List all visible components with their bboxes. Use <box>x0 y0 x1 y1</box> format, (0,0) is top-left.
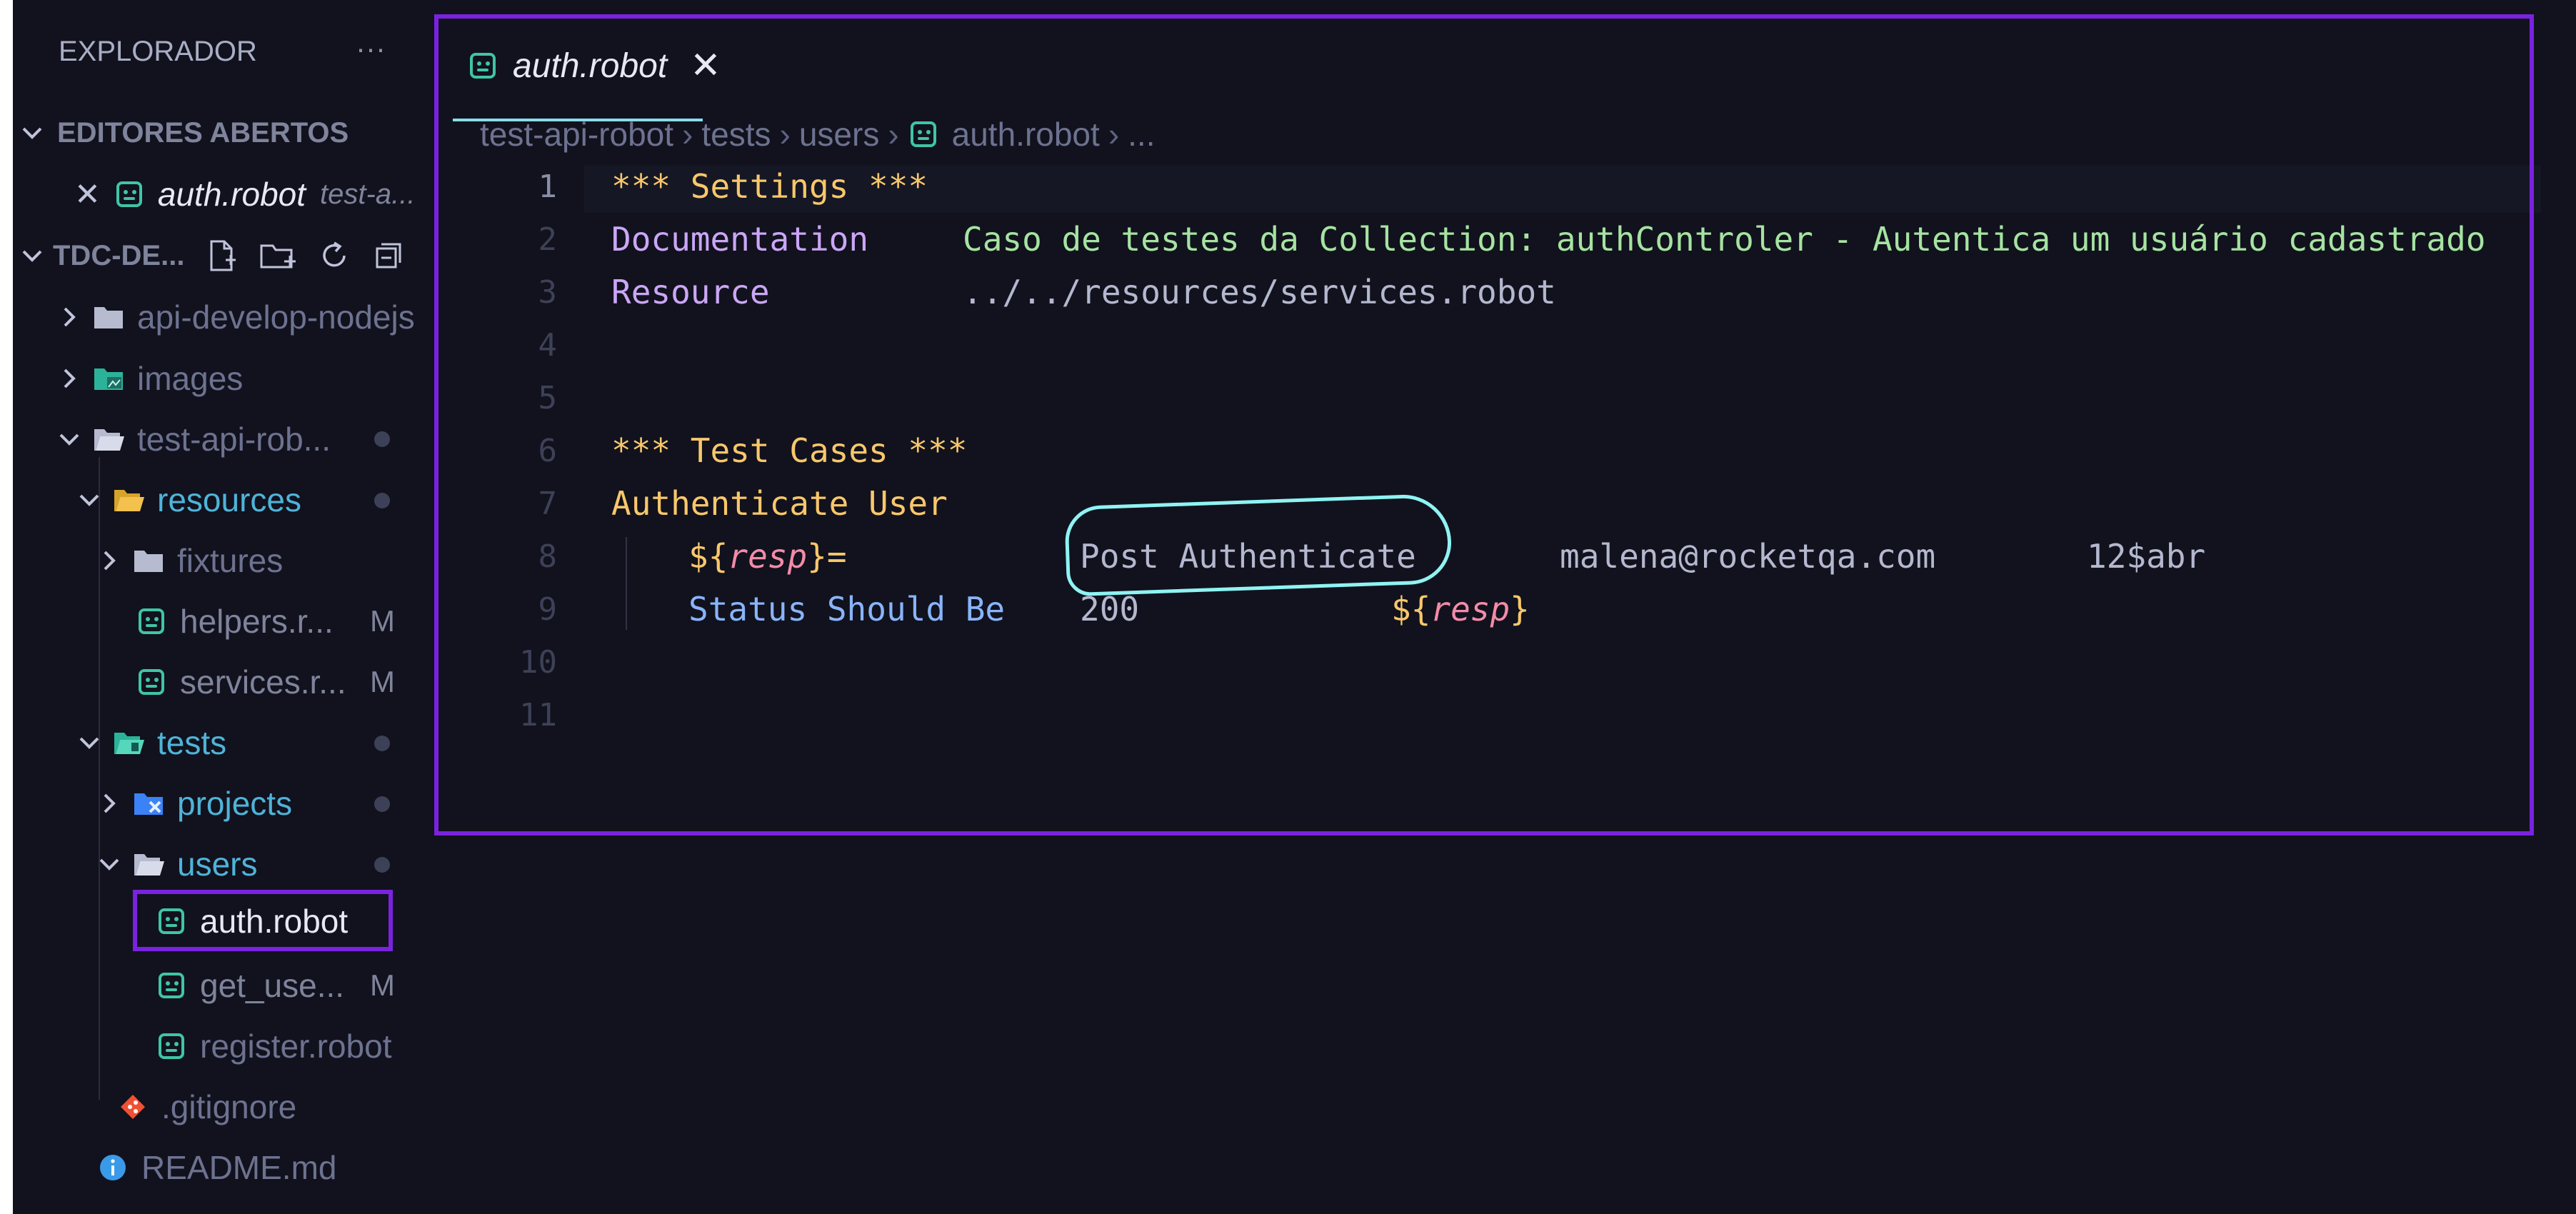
open-editor-item[interactable]: ✕ auth.robot test-a... <box>74 166 415 223</box>
modified-badge: M <box>370 604 395 638</box>
modified-dot <box>374 493 390 508</box>
git-icon <box>117 1093 149 1121</box>
chevron-down-icon <box>20 126 44 140</box>
collapse-all-icon[interactable] <box>371 239 406 273</box>
chevron-right-icon <box>97 550 121 571</box>
refresh-icon[interactable] <box>317 239 351 273</box>
tree-folder-fixtures[interactable]: fixtures <box>97 532 283 589</box>
info-icon <box>97 1153 129 1182</box>
tree-folder-api-develop-nodejs[interactable]: api-develop-nodejs <box>57 289 415 346</box>
editor-highlight-frame <box>434 14 2534 836</box>
tree-item-label: README.md <box>141 1149 337 1186</box>
chevron-down-icon <box>77 736 101 750</box>
open-folder-icon <box>133 850 164 878</box>
chevron-down-icon <box>20 249 44 263</box>
vscode-window: EXPLORADOR ··· EDITORES ABERTOS ✕ auth.r… <box>13 0 2576 1214</box>
tree-file-helpers[interactable]: helpers.r... <box>136 593 334 650</box>
tree-item-label: test-api-rob... <box>137 421 331 458</box>
chevron-down-icon <box>97 857 121 871</box>
chevron-down-icon <box>57 432 81 446</box>
new-folder-icon[interactable] <box>259 239 297 273</box>
robot-file-icon <box>114 180 145 209</box>
chevron-right-icon <box>57 368 81 389</box>
workspace-header[interactable]: TDC-DE... <box>20 227 406 284</box>
tree-folder-users[interactable]: users <box>97 836 257 893</box>
robot-file-icon <box>136 668 167 696</box>
tree-item-label: projects <box>177 785 293 822</box>
open-editors-header[interactable]: EDITORES ABERTOS <box>20 104 349 161</box>
tree-file-register-robot[interactable]: register.robot <box>156 1018 391 1075</box>
tree-item-label: register.robot <box>200 1028 392 1065</box>
new-file-icon[interactable] <box>204 239 239 273</box>
open-folder-icon <box>93 425 124 453</box>
modified-badge: M <box>370 665 395 698</box>
tree-item-label: helpers.r... <box>180 603 334 640</box>
explorer-sidebar: EXPLORADOR ··· EDITORES ABERTOS ✕ auth.r… <box>13 0 436 1214</box>
folder-icon <box>133 546 164 575</box>
open-editor-name: auth.robot <box>157 176 306 213</box>
tree-folder-images[interactable]: images <box>57 350 243 407</box>
chevron-right-icon <box>97 793 121 814</box>
tree-folder-projects[interactable]: projects <box>97 775 292 832</box>
tree-item-label: api-develop-nodejs <box>137 299 415 336</box>
tree-file-gitignore[interactable]: .gitignore <box>117 1078 296 1135</box>
robot-file-icon <box>136 607 167 636</box>
open-editor-path: test-a... <box>320 178 416 210</box>
resources-folder-icon <box>113 486 144 514</box>
selected-file-highlight <box>133 890 393 951</box>
tree-file-readme[interactable]: README.md <box>97 1139 336 1196</box>
tree-file-services[interactable]: services.r... <box>136 653 346 711</box>
modified-dot <box>374 736 390 751</box>
explorer-title: EXPLORADOR <box>59 36 257 67</box>
images-folder-icon <box>93 364 124 393</box>
workspace-title: TDC-DE... <box>53 239 185 271</box>
robot-file-icon <box>156 1032 187 1060</box>
more-actions-icon[interactable]: ··· <box>356 31 386 66</box>
tree-folder-tests[interactable]: tests <box>77 714 226 771</box>
modified-dot <box>374 431 390 447</box>
tree-item-label: tests <box>157 724 227 761</box>
tree-file-get-users[interactable]: get_use... <box>156 957 344 1014</box>
modified-dot <box>374 857 390 873</box>
tree-item-label: get_use... <box>200 967 345 1004</box>
tree-folder-resources[interactable]: resources <box>77 471 301 528</box>
tests-folder-icon <box>113 728 144 757</box>
explorer-toolbar <box>204 239 406 273</box>
robot-file-icon <box>156 971 187 1000</box>
tree-item-label: users <box>177 846 258 883</box>
tree-item-label: .gitignore <box>161 1088 297 1125</box>
chevron-down-icon <box>77 493 101 507</box>
close-icon[interactable]: ✕ <box>74 176 101 213</box>
folder-icon <box>93 303 124 331</box>
modified-badge: M <box>370 968 395 1002</box>
tree-item-label: fixtures <box>177 542 284 579</box>
tree-item-label: images <box>137 360 244 397</box>
tree-folder-test-api-robot[interactable]: test-api-rob... <box>57 411 331 468</box>
tree-item-label: resources <box>157 481 301 518</box>
modified-dot <box>374 796 390 812</box>
projects-folder-icon <box>133 789 164 818</box>
open-editors-title: EDITORES ABERTOS <box>57 116 349 149</box>
tree-item-label: services.r... <box>180 663 346 701</box>
chevron-right-icon <box>57 306 81 328</box>
